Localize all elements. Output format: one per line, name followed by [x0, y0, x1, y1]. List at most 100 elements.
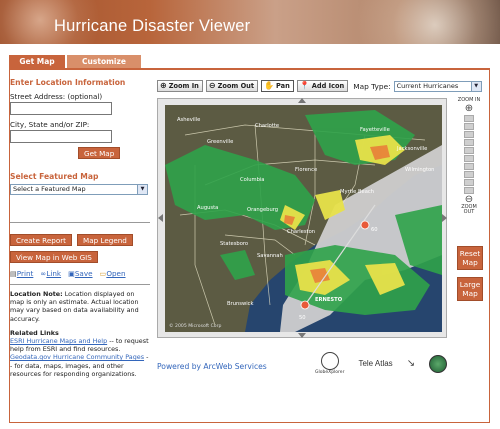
city-label-charleston: Charleston	[287, 229, 315, 235]
zoom-level-step[interactable]	[464, 122, 474, 130]
zoom-out-caption: ZOOM OUT	[461, 203, 477, 215]
link-link[interactable]: Link	[46, 269, 61, 278]
zoom-level-step[interactable]	[464, 130, 474, 138]
city-label-augusta: Augusta	[197, 205, 218, 211]
map-graphic: Asheville Charlotte Fayetteville Greenvi…	[165, 105, 442, 332]
add-icon-button[interactable]: 📍 Add Icon	[296, 80, 349, 92]
pan-label: Pan	[276, 82, 290, 90]
street-input[interactable]	[10, 102, 112, 115]
street-label: Street Address: (optional)	[10, 92, 103, 101]
zoom-levels	[457, 114, 481, 194]
location-note-title: Location Note:	[10, 290, 63, 298]
save-disk-icon: ▣	[68, 269, 75, 278]
large-map-button[interactable]: Large Map	[457, 277, 483, 301]
create-report-button[interactable]: Create Report	[10, 234, 72, 246]
zoom-level-step[interactable]	[464, 154, 474, 162]
zoom-level-step[interactable]	[464, 162, 474, 170]
esri-globe-icon	[429, 354, 448, 373]
zoom-in-label: Zoom In	[168, 82, 199, 90]
zoom-in-button[interactable]: ⊕ Zoom In	[157, 80, 203, 92]
city-label-wilmington: Wilmington	[405, 167, 434, 173]
location-note: Location Note: Location displayed on map…	[10, 290, 150, 323]
esri-help-link[interactable]: ESRI Hurricane Maps and Help	[10, 337, 107, 345]
zoom-level-step[interactable]	[464, 138, 474, 146]
chevron-down-icon[interactable]: ▼	[137, 185, 147, 194]
magnifier-minus-icon: ⊖	[208, 81, 216, 90]
map-viewer[interactable]: Asheville Charlotte Fayetteville Greenvi…	[157, 98, 447, 338]
location-heading: Enter Location Information	[10, 78, 126, 87]
zoom-level-step[interactable]	[464, 178, 474, 186]
map-type-select[interactable]: Current Hurricanes ▼	[393, 80, 482, 92]
pan-north-arrow[interactable]	[298, 98, 306, 103]
featured-map-select-value: Select a Featured Map	[13, 185, 86, 193]
storm-speed-label: 50	[299, 315, 306, 321]
city-label-fayetteville: Fayetteville	[360, 127, 390, 133]
printer-icon: ▤	[10, 269, 17, 278]
save-action[interactable]: ▣Save	[68, 269, 92, 278]
city-label-savannah: Savannah	[257, 253, 283, 259]
pan-south-arrow[interactable]	[298, 333, 306, 338]
storm-name-label: ERNESTO	[315, 297, 343, 303]
save-link[interactable]: Save	[75, 269, 93, 278]
geodata-link[interactable]: Geodata.gov Hurricane Community Pages	[10, 353, 144, 361]
related-links-title: Related Links	[10, 328, 59, 337]
pan-east-arrow[interactable]	[442, 214, 447, 222]
city-label-myrtle-beach: Myrtle Beach	[340, 189, 374, 195]
link-action[interactable]: ∞Link	[40, 269, 61, 278]
city-input[interactable]	[10, 130, 112, 143]
related-links: Related Links ESRI Hurricane Maps and He…	[10, 329, 150, 378]
zoom-level-step[interactable]	[464, 186, 474, 194]
zoom-level-step[interactable]	[464, 146, 474, 154]
powered-by: Powered by ArcWeb Services	[157, 362, 267, 371]
zoom-slider: ZOOM IN ⊕ ⊖ ZOOM OUT	[457, 97, 481, 216]
city-label: City, State and/or ZIP:	[10, 120, 90, 129]
reset-map-button[interactable]: Reset Map	[457, 246, 483, 270]
pan-west-arrow[interactable]	[158, 214, 163, 222]
city-label-columbia: Columbia	[240, 177, 265, 183]
open-action[interactable]: ▭Open	[100, 269, 126, 278]
arrow-logo-icon: ↘	[406, 358, 416, 369]
partner-logos: GlobeXplorer Tele Atlas ↘	[315, 352, 448, 375]
tab-bar: Get Map Customize Map	[9, 55, 141, 79]
globexplorer-logo: GlobeXplorer	[315, 352, 344, 375]
print-link[interactable]: Print	[17, 269, 34, 278]
left-panel: Enter Location Information Street Addres…	[10, 78, 150, 378]
hurricane-swirl-decoration	[350, 0, 500, 44]
zoom-out-button[interactable]: ⊖ Zoom Out	[205, 80, 259, 92]
divider	[10, 222, 150, 223]
zoom-level-step[interactable]	[464, 114, 474, 122]
storm-speed-label: 60	[371, 227, 378, 233]
city-label-jacksonville: Jacksonville	[396, 146, 427, 152]
city-label-statesboro: Statesboro	[220, 241, 248, 247]
header-banner: Hurricane Disaster Viewer	[0, 0, 500, 44]
map-legend-button[interactable]: Map Legend	[77, 234, 133, 246]
view-web-gis-button[interactable]: View Map in Web GIS	[10, 251, 98, 263]
app-title: Hurricane Disaster Viewer	[54, 17, 251, 35]
map-type-value: Current Hurricanes	[396, 81, 459, 90]
city-label-greenville: Greenville	[207, 139, 233, 145]
tele-atlas-logo: Tele Atlas	[358, 359, 393, 368]
hand-icon: ✋	[264, 81, 274, 90]
zoom-out-label: Zoom Out	[217, 82, 255, 90]
hurricane-map[interactable]: Asheville Charlotte Fayetteville Greenvi…	[165, 105, 442, 332]
open-link[interactable]: Open	[106, 269, 125, 278]
tab-customize-map[interactable]: Customize Map	[67, 55, 141, 79]
featured-map-select[interactable]: Select a Featured Map ▼	[10, 184, 148, 195]
zoom-out-minus-icon[interactable]: ⊖	[457, 194, 481, 205]
chevron-down-icon[interactable]: ▼	[470, 81, 481, 91]
get-map-button[interactable]: Get Map	[78, 147, 121, 159]
tab-get-map[interactable]: Get Map	[9, 55, 65, 68]
zoom-level-step[interactable]	[464, 170, 474, 178]
add-icon-label: Add Icon	[311, 82, 345, 90]
print-action[interactable]: ▤Print	[10, 269, 33, 278]
map-type-label: Map Type:	[353, 81, 391, 91]
featured-heading: Select Featured Map	[10, 172, 99, 181]
globexplorer-text: GlobeXplorer	[315, 370, 345, 375]
map-toolbar: ⊕ Zoom In ⊖ Zoom Out ✋ Pan 📍 Add Icon Ma…	[157, 80, 482, 92]
pan-button[interactable]: ✋ Pan	[261, 80, 294, 92]
magnifier-plus-icon: ⊕	[160, 81, 167, 90]
city-label-asheville: Asheville	[177, 117, 200, 123]
map-copyright: © 2005 Microsoft Corp	[169, 322, 221, 329]
powered-by-link[interactable]: Powered by ArcWeb Services	[157, 362, 267, 371]
zoom-in-plus-icon[interactable]: ⊕	[457, 103, 481, 114]
